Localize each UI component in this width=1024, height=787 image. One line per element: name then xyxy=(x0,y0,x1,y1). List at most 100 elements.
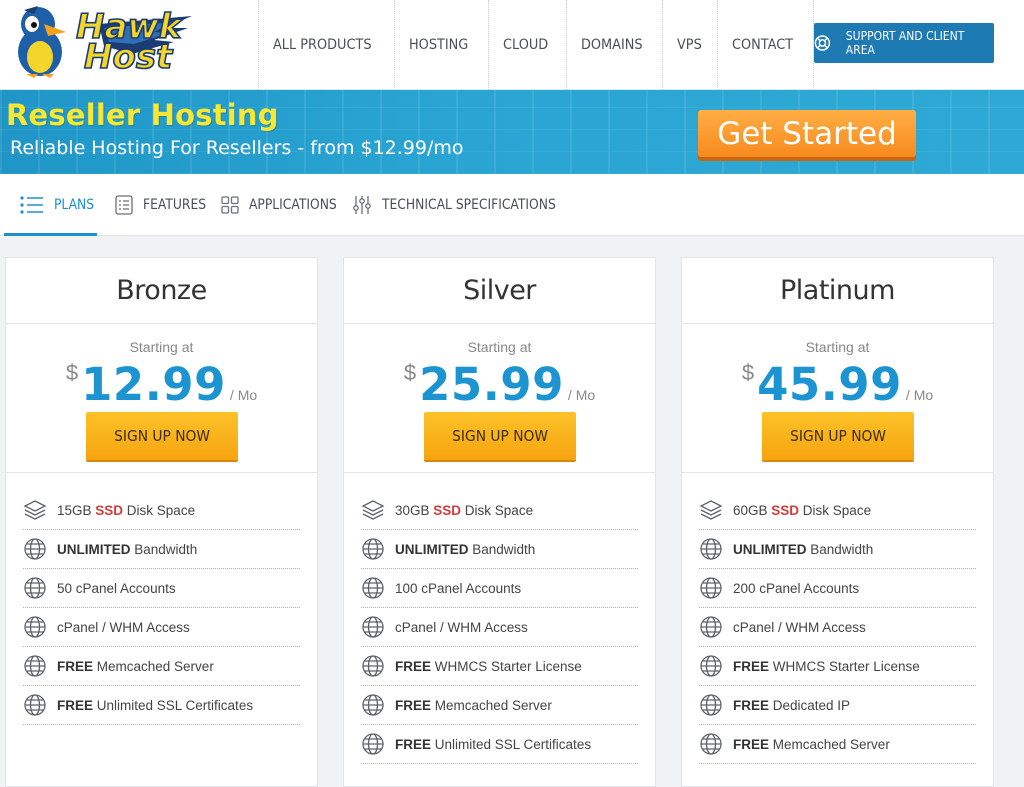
tab-applications-label: APPLICATIONS xyxy=(249,197,337,213)
layers-icon xyxy=(699,500,723,520)
sign-up-label: SIGN UP NOW xyxy=(790,427,886,445)
feature-label: FREE WHMCS Starter License xyxy=(733,659,920,674)
nav-cloud[interactable]: CLOUD xyxy=(487,0,566,90)
feature-highlight: FREE xyxy=(733,658,770,674)
feature-label: FREE Memcached Server xyxy=(395,698,552,713)
layers-icon xyxy=(361,500,385,520)
active-tab-underline xyxy=(4,233,97,236)
plan-pricing: Starting at $25.99/ Mo SIGN UP NOW xyxy=(344,324,655,473)
feature-text: Bandwidth xyxy=(130,541,198,557)
hawk-host-logo[interactable]: Hawk Host xyxy=(4,2,194,80)
feature-item: FREE WHMCS Starter License xyxy=(361,647,638,686)
plan-price: $45.99/ Mo xyxy=(682,358,993,411)
sign-up-button[interactable]: SIGN UP NOW xyxy=(86,412,238,460)
tab-plans-label: PLANS xyxy=(54,197,95,213)
feature-text: Memcached Server xyxy=(769,736,890,752)
plan-name: Platinum xyxy=(780,275,895,306)
globe-icon xyxy=(700,655,722,677)
feature-text: WHMCS Starter License xyxy=(769,658,920,674)
price-amount: 12.99 xyxy=(81,358,226,411)
feature-text: 60GB xyxy=(733,502,772,518)
feature-label: 200 cPanel Accounts xyxy=(733,581,859,596)
globe-icon xyxy=(24,616,46,638)
plan-price: $12.99/ Mo xyxy=(6,358,317,411)
feature-label: UNLIMITED Bandwidth xyxy=(733,542,873,557)
banner-title: Reseller Hosting xyxy=(6,98,279,132)
reseller-banner: Reseller Hosting Reliable Hosting For Re… xyxy=(0,90,1024,174)
feature-item: 50 cPanel Accounts xyxy=(23,569,300,608)
feature-highlight: FREE xyxy=(395,658,432,674)
feature-item: 30GB SSD Disk Space xyxy=(361,491,638,530)
feature-item: 100 cPanel Accounts xyxy=(361,569,638,608)
nav-domains[interactable]: DOMAINS xyxy=(565,0,662,90)
feature-text: Bandwidth xyxy=(468,541,536,557)
feature-item: 15GB SSD Disk Space xyxy=(23,491,300,530)
feature-highlight: FREE xyxy=(733,736,770,752)
sign-up-label: SIGN UP NOW xyxy=(452,427,548,445)
feature-text: 200 cPanel Accounts xyxy=(733,580,860,596)
feature-text: Memcached Server xyxy=(93,658,214,674)
plan-card-bronze: Bronze Starting at $12.99/ Mo SIGN UP NOW 15… xyxy=(5,257,318,787)
tab-plans[interactable]: PLANS xyxy=(20,174,100,236)
ssd-highlight: SSD xyxy=(95,502,124,518)
feature-label: 60GB SSD Disk Space xyxy=(733,503,871,518)
sign-up-button[interactable]: SIGN UP NOW xyxy=(424,412,576,460)
feature-label: 50 cPanel Accounts xyxy=(57,581,176,596)
feature-item: UNLIMITED Bandwidth xyxy=(699,530,976,569)
plan-features: 15GB SSD Disk Space UNLIMITED Bandwidth 50… xyxy=(6,473,317,725)
get-started-button[interactable]: Get Started xyxy=(698,110,916,157)
price-period: / Mo xyxy=(567,387,596,403)
plan-header: Platinum xyxy=(682,258,993,324)
lifebuoy-icon xyxy=(814,35,831,51)
plan-tabs: PLANS FEATURES APPLICATIONS TECHNICAL SP… xyxy=(0,174,1024,236)
sign-up-button[interactable]: SIGN UP NOW xyxy=(762,412,914,460)
feature-text: Unlimited SSL Certificates xyxy=(431,736,592,752)
feature-text: cPanel / WHM Access xyxy=(733,619,866,635)
nav-all-products[interactable]: ALL PRODUCTS xyxy=(258,0,394,90)
plan-name: Bronze xyxy=(116,275,207,306)
support-client-area-button[interactable]: SUPPORT AND CLIENT AREA xyxy=(814,23,994,63)
globe-icon xyxy=(362,538,384,560)
price-period: / Mo xyxy=(905,387,934,403)
feature-highlight: FREE xyxy=(395,736,432,752)
feature-item: cPanel / WHM Access xyxy=(361,608,638,647)
feature-text: cPanel / WHM Access xyxy=(395,619,528,635)
plan-pricing: Starting at $45.99/ Mo SIGN UP NOW xyxy=(682,324,993,473)
grid-icon xyxy=(221,196,239,214)
feature-item: FREE Dedicated IP xyxy=(699,686,976,725)
starting-at-label: Starting at xyxy=(467,339,532,355)
nav-hosting[interactable]: HOSTING xyxy=(394,0,487,90)
feature-highlight: FREE xyxy=(395,697,432,713)
feature-item: FREE WHMCS Starter License xyxy=(699,647,976,686)
feature-item: FREE Memcached Server xyxy=(361,686,638,725)
plan-header: Bronze xyxy=(6,258,317,324)
globe-icon xyxy=(700,538,722,560)
banner-subtitle: Reliable Hosting For Resellers - from $1… xyxy=(10,137,464,159)
feature-text: Bandwidth xyxy=(806,541,874,557)
price-currency: $ xyxy=(403,360,417,385)
feature-label: FREE Memcached Server xyxy=(733,737,890,752)
globe-icon xyxy=(700,694,722,716)
main-nav: ALL PRODUCTS HOSTING CLOUD DOMAINS VPS C… xyxy=(258,0,814,90)
feature-highlight: UNLIMITED xyxy=(395,541,469,557)
tab-applications[interactable]: APPLICATIONS xyxy=(221,174,349,236)
globe-icon xyxy=(362,577,384,599)
feature-item: FREE Unlimited SSL Certificates xyxy=(23,686,300,725)
feature-label: 15GB SSD Disk Space xyxy=(57,503,195,518)
price-currency: $ xyxy=(741,360,755,385)
tab-features-label: FEATURES xyxy=(143,197,207,213)
nav-vps[interactable]: VPS xyxy=(661,0,718,90)
feature-text: Memcached Server xyxy=(431,697,552,713)
plan-name: Silver xyxy=(463,275,536,306)
feature-label: 100 cPanel Accounts xyxy=(395,581,521,596)
tab-features[interactable]: FEATURES xyxy=(115,174,215,236)
nav-contact[interactable]: CONTACT xyxy=(717,0,814,90)
feature-text: Disk Space xyxy=(799,502,872,518)
starting-at-label: Starting at xyxy=(129,339,194,355)
feature-item: UNLIMITED Bandwidth xyxy=(23,530,300,569)
feature-label: cPanel / WHM Access xyxy=(395,620,528,635)
tab-technical-specifications[interactable]: TECHNICAL SPECIFICATIONS xyxy=(352,174,580,236)
feature-text: 100 cPanel Accounts xyxy=(395,580,522,596)
price-period: / Mo xyxy=(229,387,258,403)
sliders-icon xyxy=(353,196,371,214)
